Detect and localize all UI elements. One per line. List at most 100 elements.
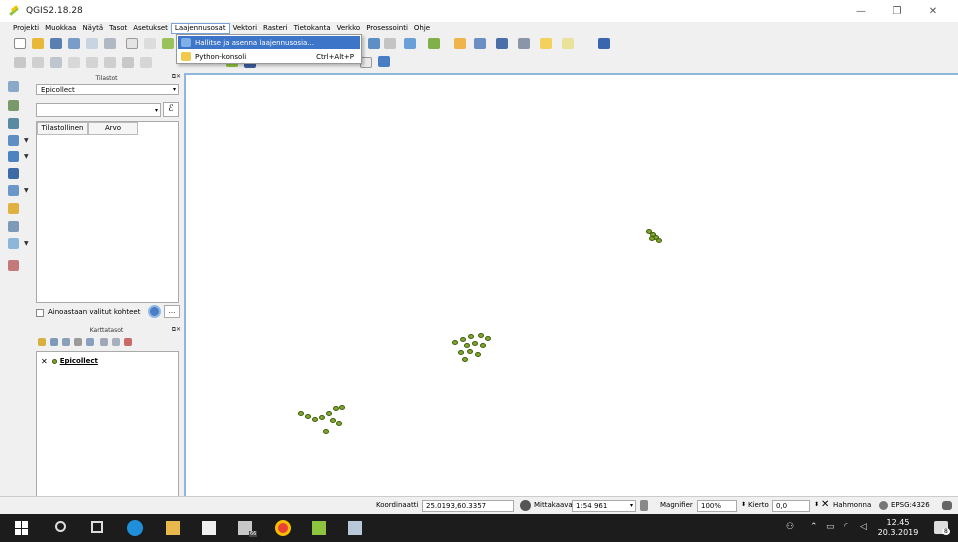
collapse-all-icon[interactable]: [112, 338, 120, 346]
coordinate-field[interactable]: 25.0193,60.3357: [422, 500, 514, 512]
add-wcs-icon[interactable]: [8, 185, 19, 196]
map-point[interactable]: [305, 414, 311, 419]
map-point[interactable]: [336, 421, 342, 426]
text-annotation-icon[interactable]: [562, 38, 574, 49]
open-styling-icon[interactable]: [38, 338, 46, 346]
qgis-taskbar-icon[interactable]: [312, 521, 326, 535]
map-point[interactable]: [326, 411, 332, 416]
field-select[interactable]: ▾: [36, 103, 161, 117]
node-tool-icon[interactable]: [104, 57, 116, 68]
attribute-table-icon[interactable]: [454, 38, 466, 49]
add-spatialite-icon[interactable]: [8, 135, 19, 146]
map-point[interactable]: [319, 415, 325, 420]
expand-all-icon[interactable]: [100, 338, 108, 346]
add-postgis-icon[interactable]: [8, 118, 19, 129]
menu-verkko[interactable]: Verkko: [334, 23, 364, 34]
statistics-sum-icon[interactable]: [496, 38, 508, 49]
close-button[interactable]: ✕: [918, 0, 948, 22]
new-print-layout-icon[interactable]: [86, 38, 98, 49]
map-point[interactable]: [467, 349, 473, 354]
windows-start-icon[interactable]: [15, 521, 29, 535]
qgis-app-icon[interactable]: [348, 521, 362, 535]
manage-plugins-item[interactable]: Hallitse ja asenna laajennusosia...: [178, 36, 360, 49]
menu-asetukset[interactable]: Asetukset: [130, 23, 171, 34]
map-point[interactable]: [472, 341, 478, 346]
pan-map-icon[interactable]: [144, 38, 156, 49]
menu-ohje[interactable]: Ohje: [411, 23, 433, 34]
map-point[interactable]: [649, 236, 655, 241]
menu-tietokanta[interactable]: Tietokanta: [291, 23, 334, 34]
toggle-edit-icon[interactable]: [32, 57, 44, 68]
panel-float-close-icon[interactable]: ⧉✕: [172, 326, 181, 334]
column-header-statistic[interactable]: Tilastollinen: [37, 122, 88, 135]
messages-icon[interactable]: [942, 501, 952, 510]
save-edits-icon[interactable]: [50, 57, 62, 68]
new-project-icon[interactable]: [14, 38, 26, 49]
pan-to-selection-icon[interactable]: [162, 38, 174, 49]
add-vector-layer-icon[interactable]: [8, 81, 19, 92]
add-group-icon[interactable]: [50, 338, 58, 346]
map-point[interactable]: [298, 411, 304, 416]
field-calculator-icon[interactable]: [474, 38, 486, 49]
panel-float-close-icon[interactable]: ⧉✕: [172, 73, 181, 81]
add-raster-layer-icon[interactable]: [8, 100, 19, 111]
add-mssql-icon[interactable]: [8, 151, 19, 162]
map-point[interactable]: [323, 429, 329, 434]
dropdown-arrow-icon[interactable]: ▼: [24, 137, 29, 144]
python-icon[interactable]: [378, 56, 390, 67]
edge-browser-icon[interactable]: [127, 520, 143, 536]
map-point[interactable]: [468, 334, 474, 339]
manage-visibility-icon[interactable]: [62, 338, 70, 346]
file-explorer-icon[interactable]: [166, 521, 180, 535]
edit-pencil-icon[interactable]: [14, 57, 26, 68]
chevron-up-icon[interactable]: ⌃: [810, 522, 818, 532]
scale-combo[interactable]: 1:54 961 ▾: [572, 500, 636, 512]
chrome-browser-icon[interactable]: [275, 520, 291, 536]
annotation-icon[interactable]: [540, 38, 552, 49]
minimize-button[interactable]: —: [846, 0, 876, 22]
menu-rasteri[interactable]: Rasteri: [260, 23, 291, 34]
map-point[interactable]: [460, 337, 466, 342]
select-features-icon[interactable]: [404, 38, 416, 49]
menu-muokkaa[interactable]: Muokkaa: [42, 23, 79, 34]
rotation-field[interactable]: 0,0: [772, 500, 810, 512]
spinner-arrows-icon[interactable]: ⬍: [814, 501, 819, 508]
layer-visibility-checkbox[interactable]: ✕: [41, 357, 48, 366]
layer-select[interactable]: Epicollect ▾: [36, 84, 179, 95]
save-project-icon[interactable]: [50, 38, 62, 49]
map-point[interactable]: [464, 343, 470, 348]
spinner-arrows-icon[interactable]: ⬍: [741, 501, 746, 508]
map-point[interactable]: [480, 343, 486, 348]
more-options-button[interactable]: ...: [164, 305, 180, 318]
store-icon[interactable]: [202, 521, 216, 535]
layer-item-epicollect[interactable]: ✕ Epicollect: [41, 356, 98, 366]
menu-nayta[interactable]: Näytä: [79, 23, 106, 34]
map-point[interactable]: [656, 238, 662, 243]
map-point[interactable]: [312, 417, 318, 422]
only-selected-checkbox[interactable]: [36, 309, 44, 317]
move-feature-icon[interactable]: [86, 57, 98, 68]
touch-zoom-icon[interactable]: [126, 38, 138, 49]
filter-expression-icon[interactable]: [86, 338, 94, 346]
battery-icon[interactable]: ▭: [826, 522, 835, 532]
help-icon[interactable]: [598, 38, 610, 49]
people-icon[interactable]: ⚇: [786, 522, 794, 532]
delete-selected-icon[interactable]: [122, 57, 134, 68]
map-point[interactable]: [485, 336, 491, 341]
identify-icon[interactable]: [368, 38, 380, 49]
crs-label[interactable]: EPSG:4326: [891, 501, 930, 509]
network-icon[interactable]: ◜: [844, 522, 848, 532]
dropdown-arrow-icon[interactable]: ▼: [24, 187, 29, 194]
deselect-icon[interactable]: [428, 38, 440, 49]
settings-gear-icon[interactable]: [384, 38, 396, 49]
save-as-icon[interactable]: [68, 38, 80, 49]
menu-prosessointi[interactable]: Prosessointi: [363, 23, 411, 34]
refresh-icon[interactable]: [148, 305, 161, 318]
search-icon[interactable]: [55, 521, 66, 532]
python-console-item[interactable]: Python-konsoli Ctrl+Alt+P: [178, 50, 360, 63]
composer-manager-icon[interactable]: [104, 38, 116, 49]
dropdown-arrow-icon[interactable]: ▼: [24, 240, 29, 247]
coordinate-toggle-icon[interactable]: [520, 500, 531, 511]
system-clock[interactable]: 12.45 20.3.2019: [874, 518, 922, 538]
cut-features-icon[interactable]: [140, 57, 152, 68]
